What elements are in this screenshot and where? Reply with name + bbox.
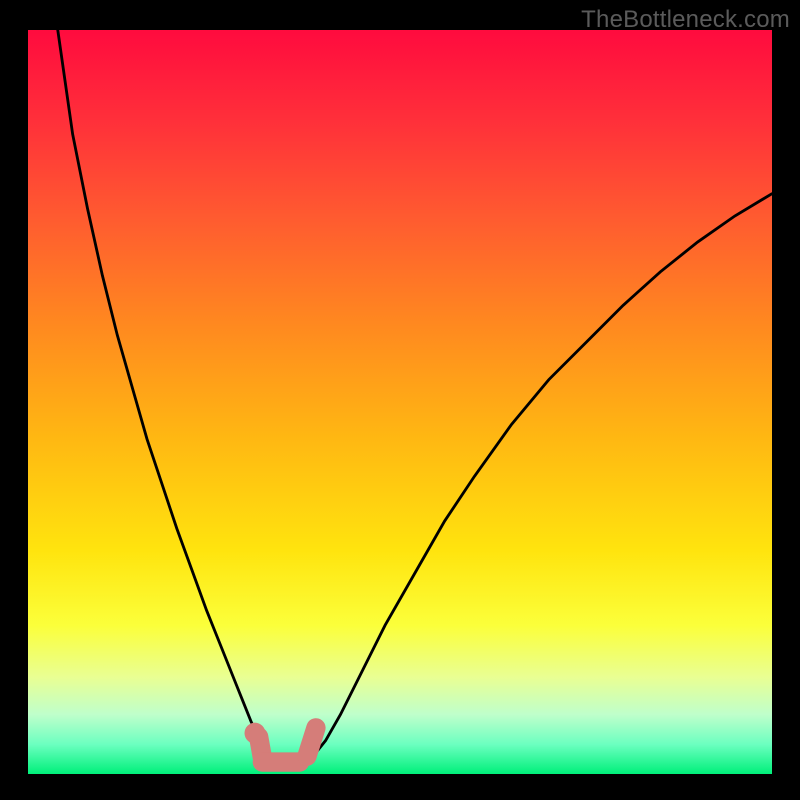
trough-markers [28, 30, 772, 774]
plot-area [28, 30, 772, 774]
trough-right-bar [307, 728, 316, 756]
canvas-outer: TheBottleneck.com [0, 0, 800, 800]
